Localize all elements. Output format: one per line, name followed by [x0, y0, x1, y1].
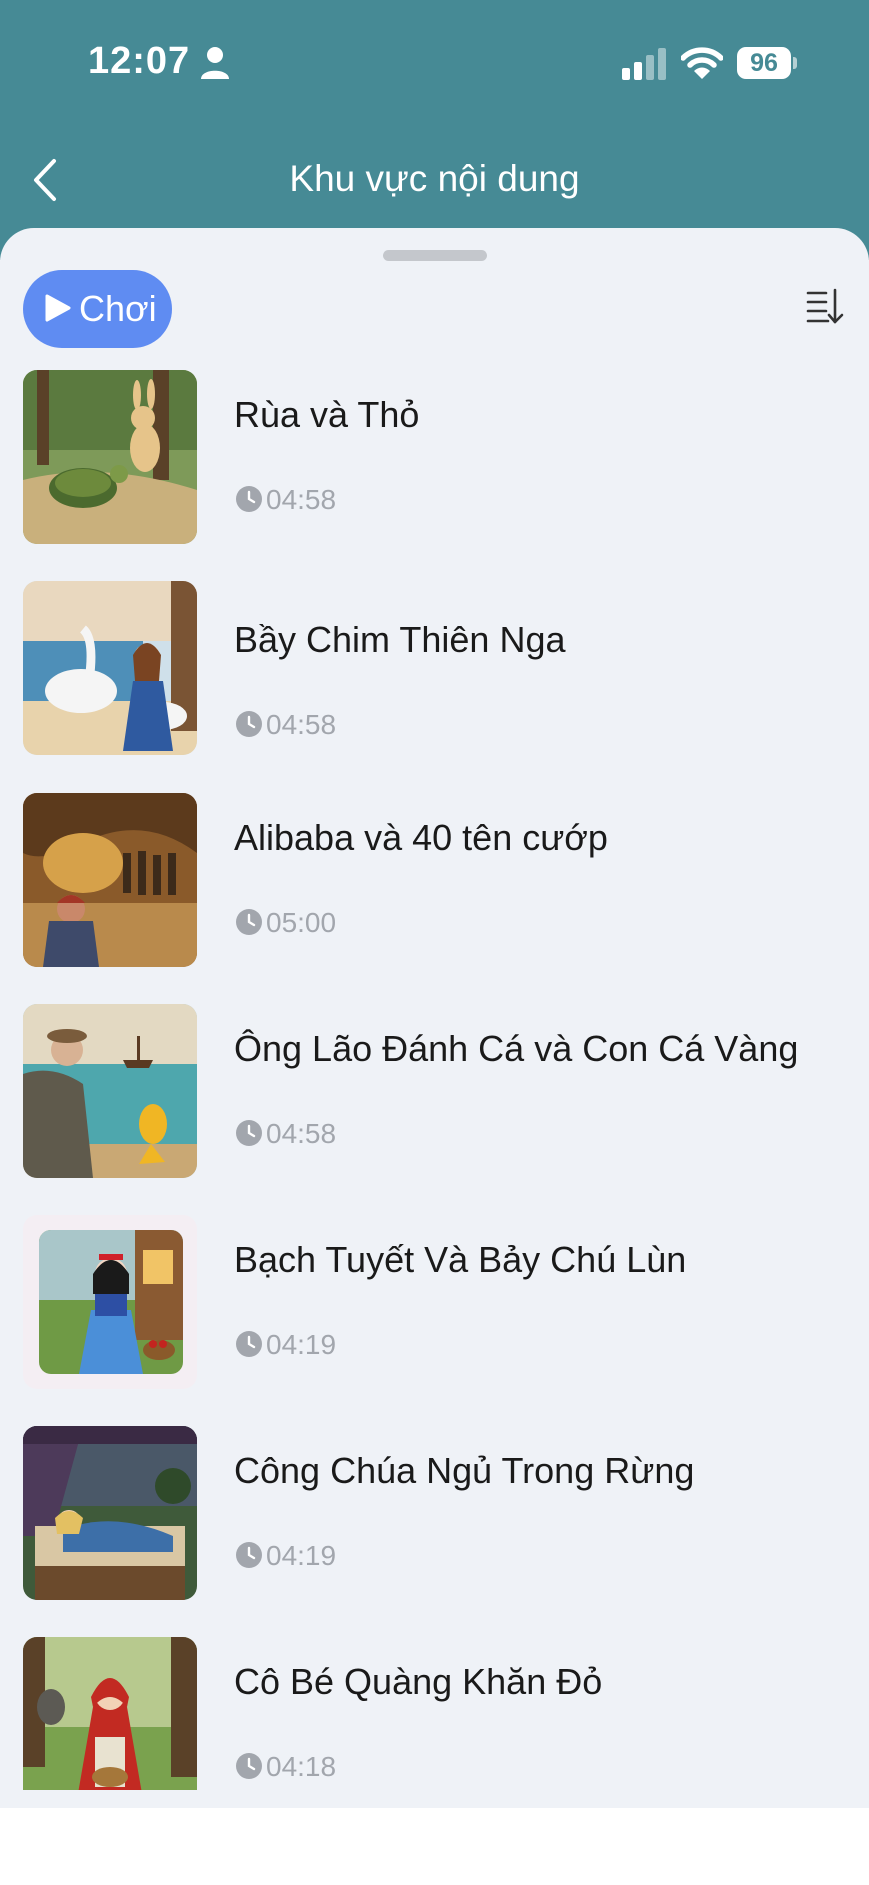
duration-text: 04:19: [266, 1329, 337, 1360]
status-time: 12:07: [88, 40, 191, 82]
sort-icon[interactable]: [806, 287, 846, 327]
sheet-grabber[interactable]: [383, 250, 487, 261]
wifi-icon: [681, 47, 723, 79]
app-header: [0, 0, 869, 260]
person-icon: [201, 47, 229, 79]
list-item[interactable]: Alibaba và 40 tên cướp 05:00: [0, 793, 869, 973]
duration-text: 05:00: [266, 907, 337, 938]
duration-text: 04:58: [266, 709, 337, 740]
page-title: Khu vực nội dung: [289, 158, 580, 199]
play-icon: [45, 294, 71, 322]
list-item[interactable]: Công Chúa Ngủ Trong Rừng 04:19: [0, 1426, 869, 1606]
item-title: Bạch Tuyết Và Bảy Chú Lùn: [234, 1239, 687, 1280]
item-title: Công Chúa Ngủ Trong Rừng: [234, 1450, 695, 1491]
list-item[interactable]: Bầy Chim Thiên Nga 04:58: [0, 581, 869, 775]
story-list: Rùa và Thỏ 04:58 Bầy Chim Thiên Nga 04:5…: [0, 370, 869, 1790]
clock-icon: [236, 486, 262, 512]
swans-girl-image: [23, 581, 197, 755]
cellular-signal-icon: [622, 48, 666, 80]
duration-text: 04:58: [266, 1118, 337, 1149]
item-title: Cô Bé Quàng Khăn Đỏ: [234, 1661, 603, 1702]
clock-icon: [236, 909, 262, 935]
red-riding-hood-image: [23, 1637, 197, 1790]
item-title: Alibaba và 40 tên cướp: [234, 817, 608, 858]
clock-icon: [236, 711, 262, 737]
tortoise-hare-image: [23, 370, 197, 544]
play-all-label: Chơi: [79, 288, 157, 329]
list-item[interactable]: Ông Lão Đánh Cá và Con Cá Vàng 04:58: [0, 1004, 869, 1184]
fisherman-goldfish-image: [23, 1004, 197, 1178]
clock-icon: [236, 1120, 262, 1146]
list-item[interactable]: Bạch Tuyết Và Bảy Chú Lùn 04:19: [0, 1215, 869, 1395]
clock-icon: [236, 1542, 262, 1568]
duration-text: 04:19: [266, 1540, 337, 1571]
clock-icon: [236, 1331, 262, 1357]
cave-treasure-image: [23, 793, 197, 967]
duration-text: 04:18: [266, 1751, 337, 1782]
sleeping-princess-image: [23, 1426, 197, 1600]
item-title: Ông Lão Đánh Cá và Con Cá Vàng: [234, 1028, 799, 1069]
snow-white-image: [23, 1215, 197, 1389]
duration-text: 04:58: [266, 484, 337, 515]
item-title: Bầy Chim Thiên Nga: [234, 619, 566, 660]
list-item[interactable]: Cô Bé Quàng Khăn Đỏ 04:18: [0, 1637, 869, 1790]
list-item[interactable]: Rùa và Thỏ 04:58: [0, 370, 869, 550]
clock-icon: [236, 1753, 262, 1779]
item-title: Rùa và Thỏ: [234, 394, 420, 435]
battery-indicator: 96: [737, 47, 791, 79]
battery-tip: [793, 57, 797, 69]
play-all-button[interactable]: Chơi: [23, 270, 172, 348]
